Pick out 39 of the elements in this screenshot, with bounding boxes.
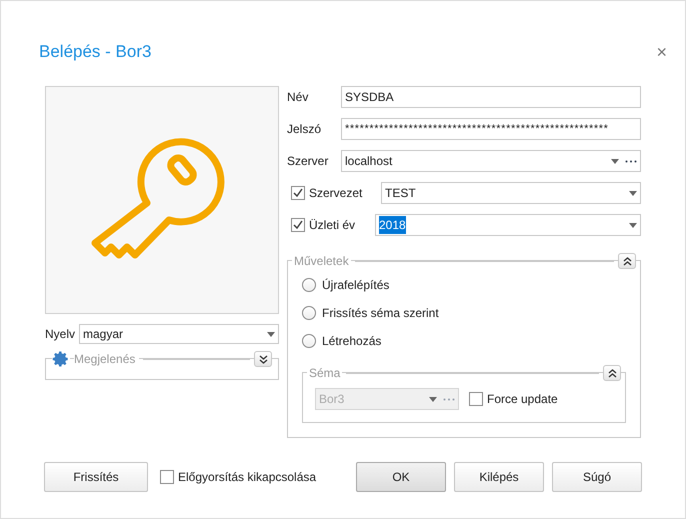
checkbox[interactable] (291, 186, 305, 200)
dropdown-caret-icon[interactable] (629, 222, 637, 228)
field-label: Név (287, 89, 310, 106)
dialog-button[interactable]: OK (356, 462, 446, 492)
radio-label: Újrafelépítés (322, 277, 390, 294)
dropdown-caret-icon[interactable] (611, 158, 619, 164)
language-dropdown[interactable]: magyar (79, 324, 279, 344)
option-label: Szervezet (309, 185, 364, 202)
field-label: Szerver (287, 153, 330, 170)
collapse-toggle[interactable] (254, 351, 272, 367)
close-button[interactable]: × (656, 38, 667, 66)
dropdown-caret-icon[interactable] (629, 190, 637, 196)
radio-label: Létrehozás (322, 333, 382, 350)
double-chevron-icon (622, 256, 632, 266)
option-dropdown[interactable]: 2018 (375, 214, 641, 236)
dialog-button[interactable]: Súgó (552, 462, 642, 492)
refresh-button[interactable]: Frissítés (44, 462, 148, 492)
server-dropdown[interactable]: localhost (341, 150, 641, 172)
radio-label: Frissítés séma szerint (322, 305, 439, 322)
checkbox[interactable] (160, 470, 174, 484)
input-field[interactable]: ****************************************************** (341, 118, 641, 140)
window-title: Belépés - Bor3 (39, 41, 152, 64)
option-dropdown[interactable]: TEST (381, 182, 641, 204)
option-label: Üzleti év (309, 217, 356, 234)
radio-button[interactable] (302, 306, 316, 320)
dropdown-caret-icon[interactable] (267, 332, 275, 336)
field-label: Jelszó (287, 121, 322, 138)
ellipsis-icon[interactable] (625, 160, 637, 162)
radio-button[interactable] (302, 278, 316, 292)
checkbox[interactable] (291, 218, 305, 232)
input-field[interactable]: SYSDBA (341, 86, 641, 108)
force-update-label: Force update (487, 391, 558, 408)
radio-button[interactable] (302, 334, 316, 348)
language-label: Nyelv (45, 326, 76, 343)
dialog-button[interactable]: Kilépés (454, 462, 544, 492)
precache-label: Előgyorsítás kikapcsolása (178, 469, 316, 486)
double-chevron-icon (608, 368, 616, 378)
double-chevron-icon (258, 354, 268, 364)
collapse-toggle[interactable] (618, 253, 636, 269)
